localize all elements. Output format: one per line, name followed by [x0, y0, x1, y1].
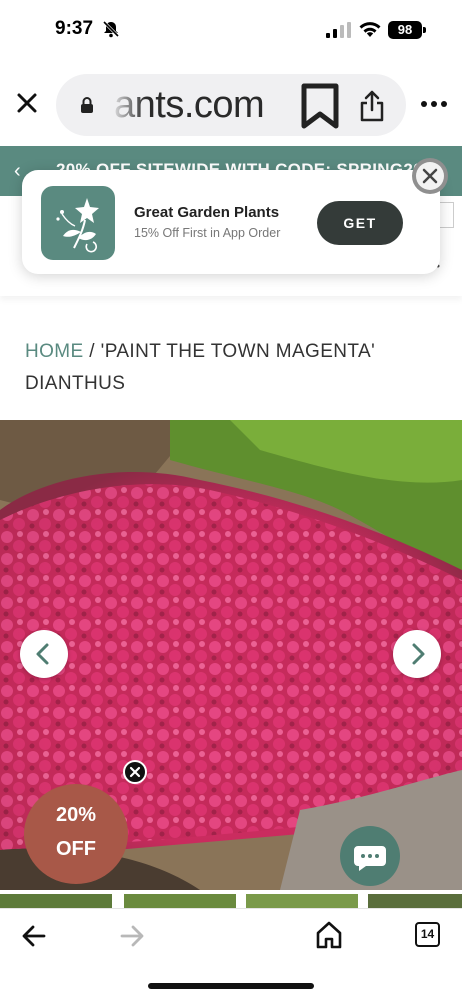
chevron-left-icon: [36, 643, 49, 665]
more-icon[interactable]: [420, 100, 448, 108]
url-fade: [106, 80, 146, 130]
home-indicator: [148, 983, 314, 989]
url-field[interactable]: ants.com: [56, 74, 406, 136]
status-bar: 9:37 98: [0, 0, 462, 62]
chevron-left-icon[interactable]: ‹: [14, 160, 21, 183]
close-icon[interactable]: [14, 90, 40, 116]
thumbnail-2[interactable]: [124, 894, 236, 908]
battery-indicator: 98: [388, 21, 422, 39]
address-bar-row: ants.com: [0, 62, 462, 146]
app-banner[interactable]: Great Garden Plants 15% Off First in App…: [22, 170, 440, 274]
discount-percent: 20%: [55, 804, 97, 826]
app-icon: [41, 186, 115, 260]
close-icon: [129, 766, 141, 778]
next-image-button[interactable]: [393, 630, 441, 678]
signal-icon: [326, 22, 351, 38]
close-discount-button[interactable]: [123, 760, 147, 784]
thumbnail-strip: [0, 890, 462, 908]
back-icon[interactable]: [22, 925, 46, 947]
lock-icon: [81, 97, 93, 113]
previous-image-button[interactable]: [20, 630, 68, 678]
breadcrumb-home-link[interactable]: HOME: [25, 341, 84, 362]
forward-icon[interactable]: [120, 925, 144, 947]
chat-button[interactable]: [340, 826, 400, 886]
discount-badge[interactable]: 20% OFF: [24, 784, 128, 884]
bookmark-icon[interactable]: [298, 82, 342, 130]
status-time: 9:37: [55, 18, 94, 39]
home-icon[interactable]: [316, 921, 342, 949]
browser-toolbar: 14: [0, 908, 462, 1000]
chevron-right-icon: [412, 643, 425, 665]
close-banner-button[interactable]: [412, 158, 448, 194]
breadcrumb-separator: /: [89, 341, 95, 362]
breadcrumb: HOME / 'PAINT THE TOWN MAGENTA' DIANTHUS: [25, 336, 435, 400]
thumbnail-3[interactable]: [246, 894, 358, 908]
close-icon: [416, 162, 444, 190]
chat-icon: [354, 846, 386, 871]
app-subtitle: 15% Off First in App Order: [134, 226, 281, 240]
share-icon[interactable]: [359, 90, 385, 122]
discount-off-label: OFF: [56, 838, 96, 860]
tabs-button[interactable]: 14: [415, 922, 440, 947]
bell-off-icon: [102, 20, 120, 38]
get-app-button[interactable]: GET: [317, 201, 403, 245]
app-name: Great Garden Plants: [134, 204, 280, 221]
thumbnail-4[interactable]: [368, 894, 462, 908]
wifi-icon: [359, 22, 381, 37]
battery-tip: [423, 27, 426, 33]
flower-logo-icon: [56, 198, 99, 253]
thumbnail-1[interactable]: [0, 894, 112, 908]
